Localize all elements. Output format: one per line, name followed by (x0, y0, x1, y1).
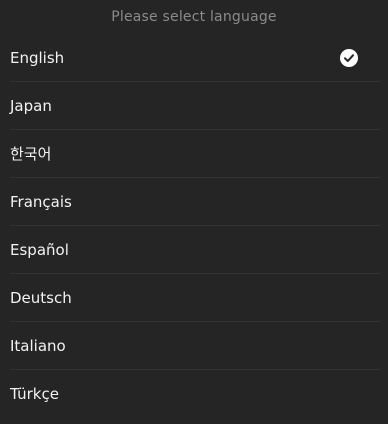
language-label: Français (10, 192, 72, 211)
language-option-english[interactable]: English (10, 34, 380, 82)
language-list: English Japan 한국어 Français Español Deuts… (0, 34, 388, 417)
language-label: Español (10, 240, 69, 259)
language-selector: Please select language English Japan 한국어… (0, 0, 388, 424)
language-prompt: Please select language (111, 9, 277, 25)
language-label: Italiano (10, 336, 66, 355)
language-label: 한국어 (10, 145, 52, 163)
language-option-japan[interactable]: Japan (10, 82, 380, 130)
language-label: Japan (10, 96, 52, 115)
language-option-turkish[interactable]: Türkçe (10, 370, 380, 417)
language-option-french[interactable]: Français (10, 178, 380, 226)
language-option-italian[interactable]: Italiano (10, 322, 380, 370)
language-label: Deutsch (10, 288, 72, 307)
language-label: English (10, 48, 65, 67)
language-option-german[interactable]: Deutsch (10, 274, 380, 322)
language-option-spanish[interactable]: Español (10, 226, 380, 274)
language-option-korean[interactable]: 한국어 (10, 130, 380, 178)
check-circle-icon (340, 48, 358, 67)
language-label: Türkçe (10, 384, 59, 403)
